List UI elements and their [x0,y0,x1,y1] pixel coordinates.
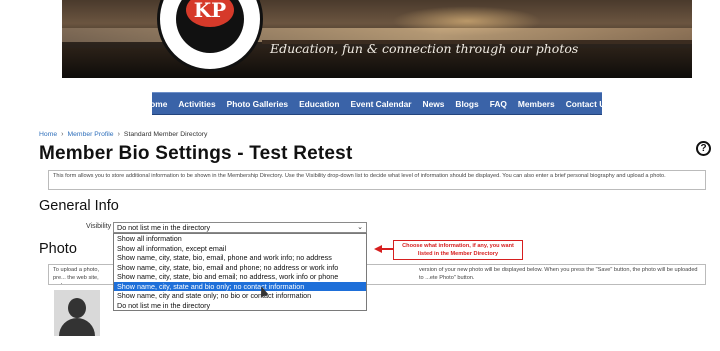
visibility-option[interactable]: Show name, city and state only; no bio o… [114,291,366,301]
nav-contact-us[interactable]: Contact Us [566,99,610,109]
visibility-option[interactable]: Do not list me in the directory [114,301,366,311]
photo-heading: Photo [39,241,77,257]
nav-activities[interactable]: Activities [178,99,215,109]
help-icon[interactable]: ? [696,141,711,156]
photo-instructions-left: To upload a photo, pre... the web site, … [53,267,100,284]
visibility-option[interactable]: Show name, city, state, bio, email and p… [114,263,366,273]
avatar-placeholder [54,290,100,336]
breadcrumb-current: Standard Member Directory [123,131,208,138]
breadcrumb-chevron-icon: › [117,131,120,138]
visibility-option-highlighted[interactable]: Show name, city, state and bio only; no … [114,281,366,292]
page: KP Education, fun & connection through o… [0,0,720,351]
breadcrumb-member-profile[interactable]: Member Profile [67,131,113,138]
nav-photo-galleries[interactable]: Photo Galleries [227,99,288,109]
breadcrumb-chevron-icon: › [61,131,64,138]
avatar-body [59,318,95,336]
breadcrumb-home[interactable]: Home [39,131,57,138]
general-info-heading: General Info [39,198,119,214]
avatar-head [68,298,86,318]
visibility-option[interactable]: Show all information, except email [114,244,366,254]
visibility-select-value: Do not list me in the directory [117,223,211,232]
chevron-down-icon: ⌄ [357,224,363,231]
nav-blogs[interactable]: Blogs [455,99,478,109]
nav-members[interactable]: Members [518,99,555,109]
page-title: Member Bio Settings - Test Retest [39,143,353,164]
nav-education[interactable]: Education [299,99,339,109]
breadcrumb: Home › Member Profile › Standard Member … [39,131,207,138]
visibility-label: Visibility [86,223,112,230]
photo-instructions-right: version of your new photo will be displa… [419,267,698,281]
site-tagline: Education, fun & connection through our … [270,41,579,56]
nav-news[interactable]: News [423,99,445,109]
nav-event-calendar[interactable]: Event Calendar [351,99,412,109]
visibility-option[interactable]: Show all information [114,234,366,244]
header-banner: KP Education, fun & connection through o… [62,0,692,78]
annotation-callout: Choose what information, if any, you wan… [393,240,523,260]
visibility-select[interactable]: Do not list me in the directory ⌄ [113,222,367,233]
visibility-option[interactable]: Show name, city, state, bio and email; n… [114,272,366,282]
nav-home[interactable]: Home [144,99,167,109]
main-nav: Home Activities Photo Galleries Educatio… [144,92,610,115]
visibility-option[interactable]: Show name, city, state, bio, email, phon… [114,253,366,263]
nav-faq[interactable]: FAQ [490,99,507,109]
form-instructions: This form allows you to store additional… [48,170,706,190]
visibility-dropdown-list: Show all information Show all informatio… [113,233,367,311]
callout-arrow-icon [374,245,396,253]
